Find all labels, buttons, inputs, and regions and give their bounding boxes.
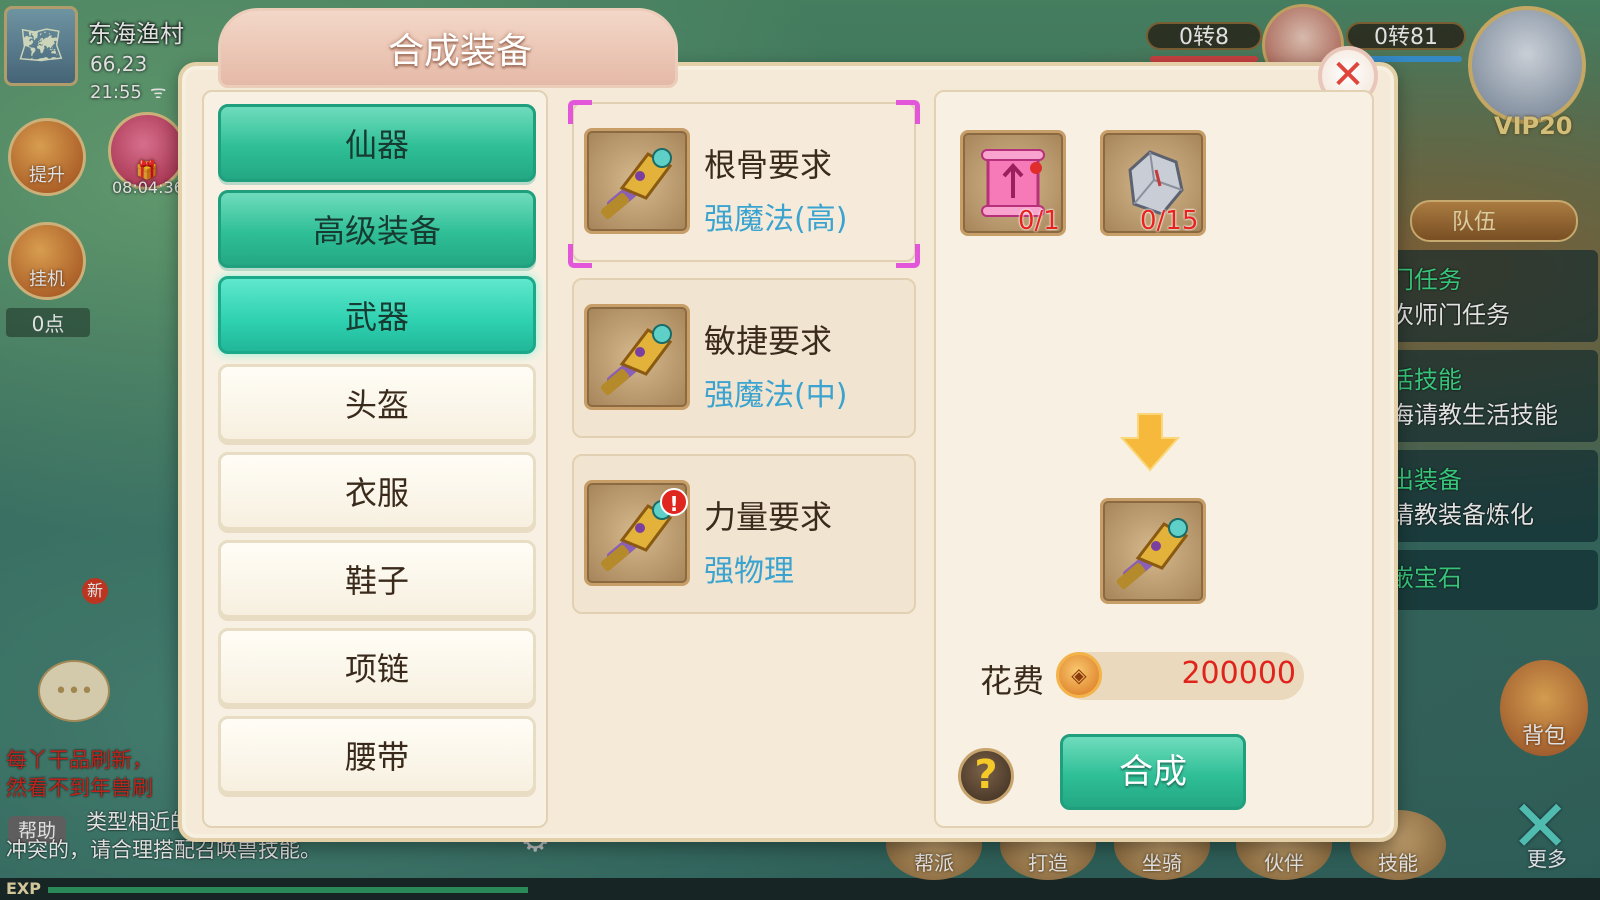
equipment-requirement: 力量要求 <box>704 498 833 536</box>
equipment-slot <box>584 304 690 410</box>
category-helmet[interactable]: 头盔 <box>218 364 536 442</box>
compose-button[interactable]: 合成 <box>1060 734 1246 810</box>
equipment-attribute: 强物理 <box>704 554 794 589</box>
golden-staff-icon <box>600 148 673 220</box>
category-necklace[interactable]: 项链 <box>218 628 536 706</box>
coin-icon: ◈ <box>1056 652 1102 698</box>
equipment-attribute: 强魔法(中) <box>704 378 848 413</box>
category-label: 仙器 <box>344 126 409 164</box>
arrow-down-icon <box>1119 413 1181 472</box>
cost-label: 花费 <box>980 662 1045 700</box>
selection-corner <box>568 244 592 268</box>
equipment-requirement: 敏捷要求 <box>704 322 833 360</box>
category-label: 高级装备 <box>312 212 441 250</box>
golden-staff-icon <box>1116 518 1189 590</box>
equipment-requirement: 根骨要求 <box>704 146 833 184</box>
selection-corner <box>568 100 592 124</box>
equipment-attribute: 强魔法(高) <box>704 202 848 237</box>
category-tab-advanced-equipment[interactable]: 高级装备 <box>218 190 536 268</box>
cost-value: 200000 <box>1181 656 1296 691</box>
material-count: 0/15 <box>1140 206 1199 236</box>
category-shoes[interactable]: 鞋子 <box>218 540 536 618</box>
category-belt[interactable]: 腰带 <box>218 716 536 794</box>
category-label: 鞋子 <box>344 562 409 600</box>
category-label: 腰带 <box>344 738 409 776</box>
category-clothes[interactable]: 衣服 <box>218 452 536 530</box>
golden-staff-icon <box>600 324 673 396</box>
selection-corner <box>896 100 920 124</box>
selection-corner <box>896 244 920 268</box>
compose-label: 合成 <box>1119 752 1187 792</box>
category-label: 武器 <box>344 298 409 336</box>
help-button[interactable]: ? <box>958 748 1014 804</box>
warning-badge-icon: ! <box>660 488 688 516</box>
category-label: 衣服 <box>344 474 409 512</box>
material-count: 0/1 <box>1018 206 1060 236</box>
category-label: 头盔 <box>344 386 409 424</box>
equipment-slot <box>584 128 690 234</box>
result-slot <box>1100 498 1206 604</box>
category-label: 项链 <box>344 650 409 688</box>
category-tab-immortal-artifact[interactable]: 仙器 <box>218 104 536 182</box>
category-weapon[interactable]: 武器 <box>218 276 536 354</box>
question-icon: ? <box>974 752 998 798</box>
dialog-title: 合成装备 <box>387 31 532 72</box>
